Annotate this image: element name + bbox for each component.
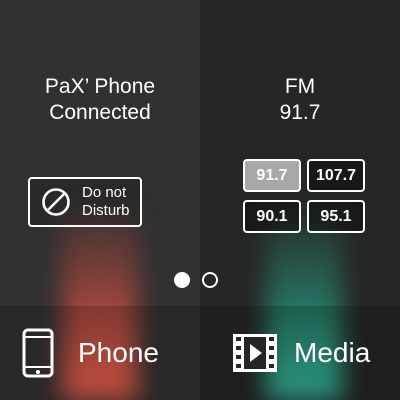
phone-nav-label: Phone (78, 337, 159, 368)
smartphone-icon (22, 328, 54, 378)
page-dot-inactive[interactable] (202, 272, 218, 288)
preset-button-3[interactable]: 90.1 (243, 200, 301, 233)
preset-button-1[interactable]: 91.7 (243, 159, 301, 192)
radio-presets: 91.7 107.7 90.1 95.1 (243, 159, 367, 233)
media-nav-label: Media (294, 337, 371, 368)
page-dot-active[interactable] (174, 272, 190, 288)
preset-button-4[interactable]: 95.1 (307, 200, 365, 233)
radio-frequency: 91.7 (279, 101, 321, 124)
phone-status: PaX’ Phone Connected (0, 74, 200, 126)
radio-status: FM 91.7 (200, 74, 400, 126)
bottom-nav: Phone Media (0, 306, 400, 400)
media-nav-button[interactable]: Media (200, 306, 400, 400)
film-play-icon (233, 334, 277, 372)
preset-button-2[interactable]: 107.7 (307, 159, 365, 192)
do-not-disturb-label: Do not Disturb (82, 184, 130, 219)
device-name: PaX’ Phone (44, 75, 156, 98)
do-not-disturb-icon (42, 188, 70, 216)
do-not-disturb-button[interactable]: Do not Disturb (28, 177, 142, 227)
radio-band: FM (284, 75, 316, 98)
connection-status: Connected (49, 101, 151, 124)
phone-nav-button[interactable]: Phone (0, 306, 200, 400)
page-indicator (172, 272, 228, 290)
